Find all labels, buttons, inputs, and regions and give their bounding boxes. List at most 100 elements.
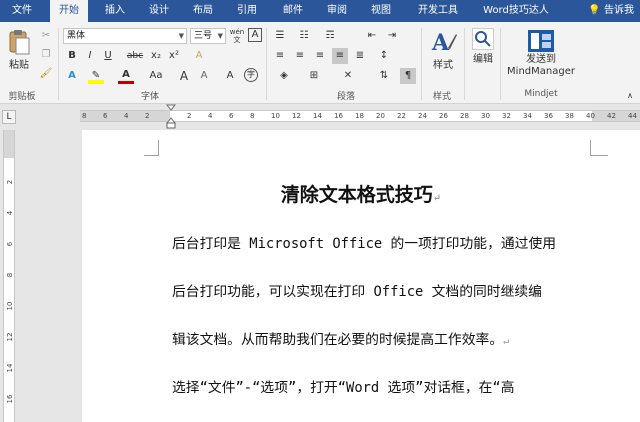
mindjet-group-label: Mindjet xyxy=(524,89,558,99)
editing-label[interactable]: 编辑 xyxy=(468,54,498,66)
tab-layout[interactable]: 布局 xyxy=(184,0,222,22)
ruler-tick-label: 16 xyxy=(6,394,14,404)
tab-developer[interactable]: 开发工具 xyxy=(408,0,468,22)
ruler-tick-label: 4 xyxy=(6,210,14,216)
ruler-tick-label: 20 xyxy=(376,112,385,120)
superscript-button[interactable]: x² xyxy=(166,48,182,64)
align-left-icon[interactable]: ≡ xyxy=(272,48,288,64)
styles-group-label: 样式 xyxy=(432,92,451,102)
ruler-tick-label: 10 xyxy=(6,301,14,311)
italic-button[interactable]: I xyxy=(82,48,98,64)
ruler-tick-label: 30 xyxy=(481,112,490,120)
ruler-tick-label: 2 xyxy=(6,179,14,185)
line-spacing-icon[interactable]: ↕ xyxy=(376,48,392,64)
clipboard-group-label: 剪贴板 xyxy=(8,92,36,102)
multilevel-list-icon[interactable]: ☶ xyxy=(322,28,338,44)
lightbulb-icon: 💡 xyxy=(588,5,601,16)
tab-view[interactable]: 视图 xyxy=(362,0,400,22)
tell-me-box[interactable]: 💡 告诉我 xyxy=(588,0,634,22)
ruler-tick-label: 26 xyxy=(439,112,448,120)
distributed-icon[interactable]: ≣ xyxy=(352,48,368,64)
chevron-down-icon: ▼ xyxy=(217,32,223,40)
styles-icon[interactable]: A xyxy=(430,28,458,56)
highlight-color-button[interactable]: ✎ xyxy=(88,68,104,84)
ribbon-tab-bar: 文件 开始 插入 设计 布局 引用 邮件 审阅 视图 开发工具 Word技巧达人… xyxy=(0,0,640,22)
phonetic-guide-icon[interactable]: wén 文 xyxy=(229,28,245,44)
align-right-icon[interactable]: ≡ xyxy=(312,48,328,64)
ruler-tick-label: 16 xyxy=(334,112,343,120)
subscript-button[interactable]: x₂ xyxy=(148,48,164,64)
collapse-ribbon-icon[interactable]: ∧ xyxy=(622,88,638,104)
tab-selector-button[interactable]: L xyxy=(2,110,16,124)
cut-icon[interactable]: ✂ xyxy=(38,28,54,44)
tab-mailings[interactable]: 邮件 xyxy=(274,0,312,22)
character-border-button[interactable]: A xyxy=(248,28,262,42)
tab-references[interactable]: 引用 xyxy=(228,0,266,22)
tab-review[interactable]: 审阅 xyxy=(318,0,356,22)
sort-icon[interactable]: ⇅ xyxy=(376,68,392,84)
align-center-icon[interactable]: ≡ xyxy=(292,48,308,64)
shading-button[interactable]: A xyxy=(222,68,238,84)
numbering-icon[interactable]: ☷ xyxy=(296,28,312,44)
ruler-tick-label: 10 xyxy=(271,112,280,120)
justify-icon[interactable]: ≡ xyxy=(332,48,348,64)
font-size-dropdown[interactable]: 三号 ▼ xyxy=(190,28,226,44)
crop-mark xyxy=(590,140,591,156)
shrink-font-button[interactable]: A xyxy=(196,68,212,84)
borders-icon[interactable]: ⊞ xyxy=(306,68,322,84)
chevron-down-icon: ▼ xyxy=(178,32,184,40)
ruler-tick-label: 42 xyxy=(607,112,616,120)
ruler-tick-label: 22 xyxy=(397,112,406,120)
ruler-tick-label: 18 xyxy=(355,112,364,120)
indent-marker[interactable] xyxy=(165,104,177,130)
tab-file[interactable]: 文件 xyxy=(2,0,42,22)
send-to-mindmanager-button[interactable]: 发送到 MindManager xyxy=(505,54,577,78)
paint-bucket-icon[interactable]: ◈ xyxy=(276,68,292,84)
mindmanager-icon[interactable] xyxy=(528,30,554,52)
tab-home[interactable]: 开始 xyxy=(50,0,88,22)
decrease-indent-icon[interactable]: ⇤ xyxy=(364,28,380,44)
ruler-tick-label: 14 xyxy=(6,363,14,373)
ruler-tick-label: 8 xyxy=(82,112,87,120)
ruler-tick-label: 36 xyxy=(544,112,553,120)
bold-button[interactable]: B xyxy=(64,48,80,64)
crop-mark xyxy=(590,155,608,156)
text-effects-button[interactable]: A xyxy=(64,68,80,84)
tab-insert[interactable]: 插入 xyxy=(96,0,134,22)
format-painter-icon[interactable]: 🖌 xyxy=(38,66,54,82)
bullets-icon[interactable]: ☰ xyxy=(272,28,288,44)
ruler-tick-label: 28 xyxy=(460,112,469,120)
ruler-tick-label: 12 xyxy=(292,112,301,120)
ruler-tick-label: 6 xyxy=(6,241,14,247)
body-line[interactable]: 后台打印功能，可以实现在打印 Office 文档的同时继续编 xyxy=(172,280,542,300)
underline-button[interactable]: U xyxy=(100,48,116,64)
search-icon[interactable] xyxy=(472,28,494,50)
increase-indent-icon[interactable]: ⇥ xyxy=(384,28,400,44)
paste-icon[interactable] xyxy=(7,28,31,56)
asian-layout-icon[interactable]: ✕ xyxy=(340,68,356,84)
ruler-tick-label: 38 xyxy=(565,112,574,120)
enclose-characters-button[interactable]: 字 xyxy=(244,68,258,82)
grow-font-button[interactable]: A xyxy=(176,68,192,84)
vertical-ruler[interactable]: 2 4 6 8 10 12 14 16 xyxy=(3,130,15,422)
group-divider xyxy=(464,28,465,100)
body-line[interactable]: 辑该文档。从而帮助我们在必要的时候提高工作效率。↵ xyxy=(172,328,509,348)
document-page[interactable]: 清除文本格式技巧↵ 后台打印是 Microsoft Office 的一项打印功能… xyxy=(82,130,640,422)
document-title[interactable]: 清除文本格式技巧↵ xyxy=(82,180,640,207)
clear-formatting-button[interactable]: A xyxy=(191,48,207,64)
paragraph-mark: ↵ xyxy=(503,336,510,347)
tab-design[interactable]: 设计 xyxy=(140,0,178,22)
horizontal-ruler[interactable]: 8 6 4 2 2 4 6 8 10 12 14 16 18 20 22 24 26 28 30 32 34 36 38 40… xyxy=(80,110,640,122)
font-name-dropdown[interactable]: 黑体 ▼ xyxy=(63,28,187,44)
ruler-top-margin xyxy=(4,130,14,158)
strikethrough-button[interactable]: abc xyxy=(126,48,144,64)
group-divider xyxy=(266,28,267,100)
body-line[interactable]: 选择“文件”-“选项”，打开“Word 选项”对话框，在“高 xyxy=(172,376,515,396)
show-marks-icon[interactable]: ¶ xyxy=(400,68,416,84)
font-color-button[interactable]: A xyxy=(118,68,134,84)
copy-icon[interactable]: ❐ xyxy=(38,47,54,63)
body-line[interactable]: 后台打印是 Microsoft Office 的一项打印功能，通过使用 xyxy=(172,232,556,252)
change-case-button[interactable]: Aa xyxy=(146,68,166,84)
ruler-tick-label: 32 xyxy=(502,112,511,120)
tab-word-tips[interactable]: Word技巧达人 xyxy=(476,0,556,22)
